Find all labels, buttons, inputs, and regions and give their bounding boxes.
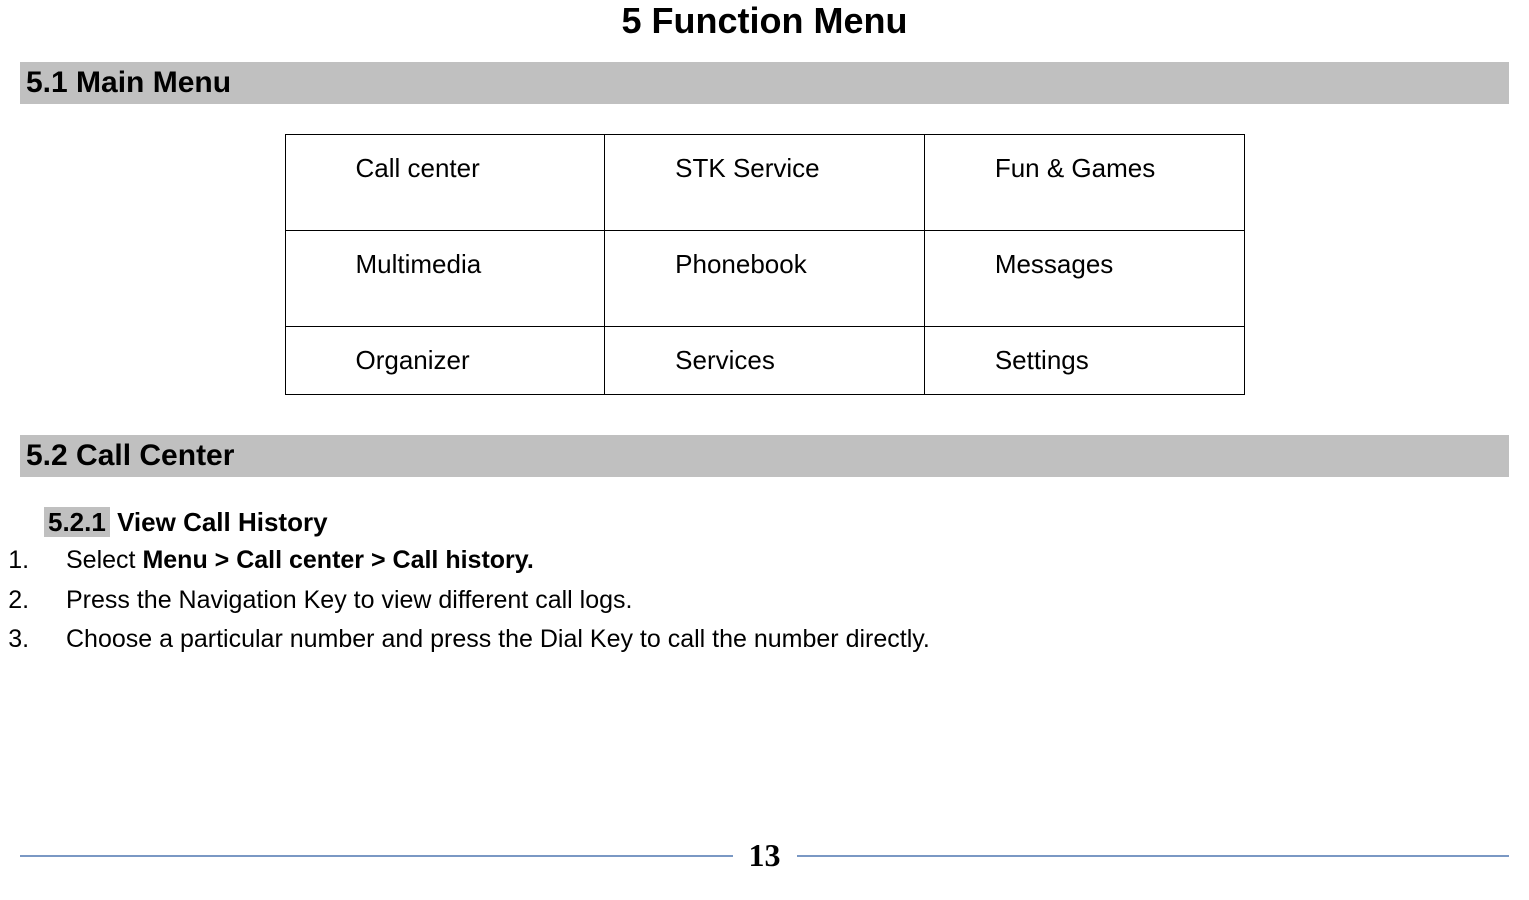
section-heading-main-menu: 5.1 Main Menu <box>20 62 1509 104</box>
menu-cell: Fun & Games <box>924 135 1244 231</box>
subsection-title: View Call History <box>117 507 328 537</box>
menu-cell: Messages <box>924 231 1244 327</box>
menu-cell: Call center <box>285 135 605 231</box>
menu-cell: Organizer <box>285 327 605 395</box>
menu-cell: Settings <box>924 327 1244 395</box>
step-text: Choose a particular number and press the… <box>66 625 930 653</box>
steps-list: Select Menu > Call center > Call history… <box>26 542 1509 659</box>
table-row: Call center STK Service Fun & Games <box>285 135 1244 231</box>
step-text: Select <box>66 546 142 574</box>
subsection-number: 5.2.1 <box>44 507 110 537</box>
list-item: Choose a particular number and press the… <box>36 621 1509 659</box>
page-number: 13 <box>733 837 797 874</box>
step-text: Press the Navigation Key to view differe… <box>66 586 633 614</box>
menu-cell: Phonebook <box>605 231 925 327</box>
footer-line-right <box>797 855 1510 857</box>
document-page: 5 Function Menu 5.1 Main Menu Call cente… <box>20 0 1509 880</box>
chapter-title: 5 Function Menu <box>20 0 1509 42</box>
menu-cell: Multimedia <box>285 231 605 327</box>
section-heading-call-center: 5.2 Call Center <box>20 435 1509 477</box>
menu-cell: STK Service <box>605 135 925 231</box>
main-menu-table: Call center STK Service Fun & Games Mult… <box>285 134 1245 395</box>
menu-cell: Services <box>605 327 925 395</box>
list-item: Select Menu > Call center > Call history… <box>36 542 1509 580</box>
table-row: Multimedia Phonebook Messages <box>285 231 1244 327</box>
subsection-heading: 5.2.1 View Call History <box>44 507 1509 538</box>
step-bold: Menu > Call center > Call history. <box>142 546 533 574</box>
page-footer: 13 <box>20 837 1509 874</box>
list-item: Press the Navigation Key to view differe… <box>36 582 1509 620</box>
footer-line-left <box>20 855 733 857</box>
table-row: Organizer Services Settings <box>285 327 1244 395</box>
